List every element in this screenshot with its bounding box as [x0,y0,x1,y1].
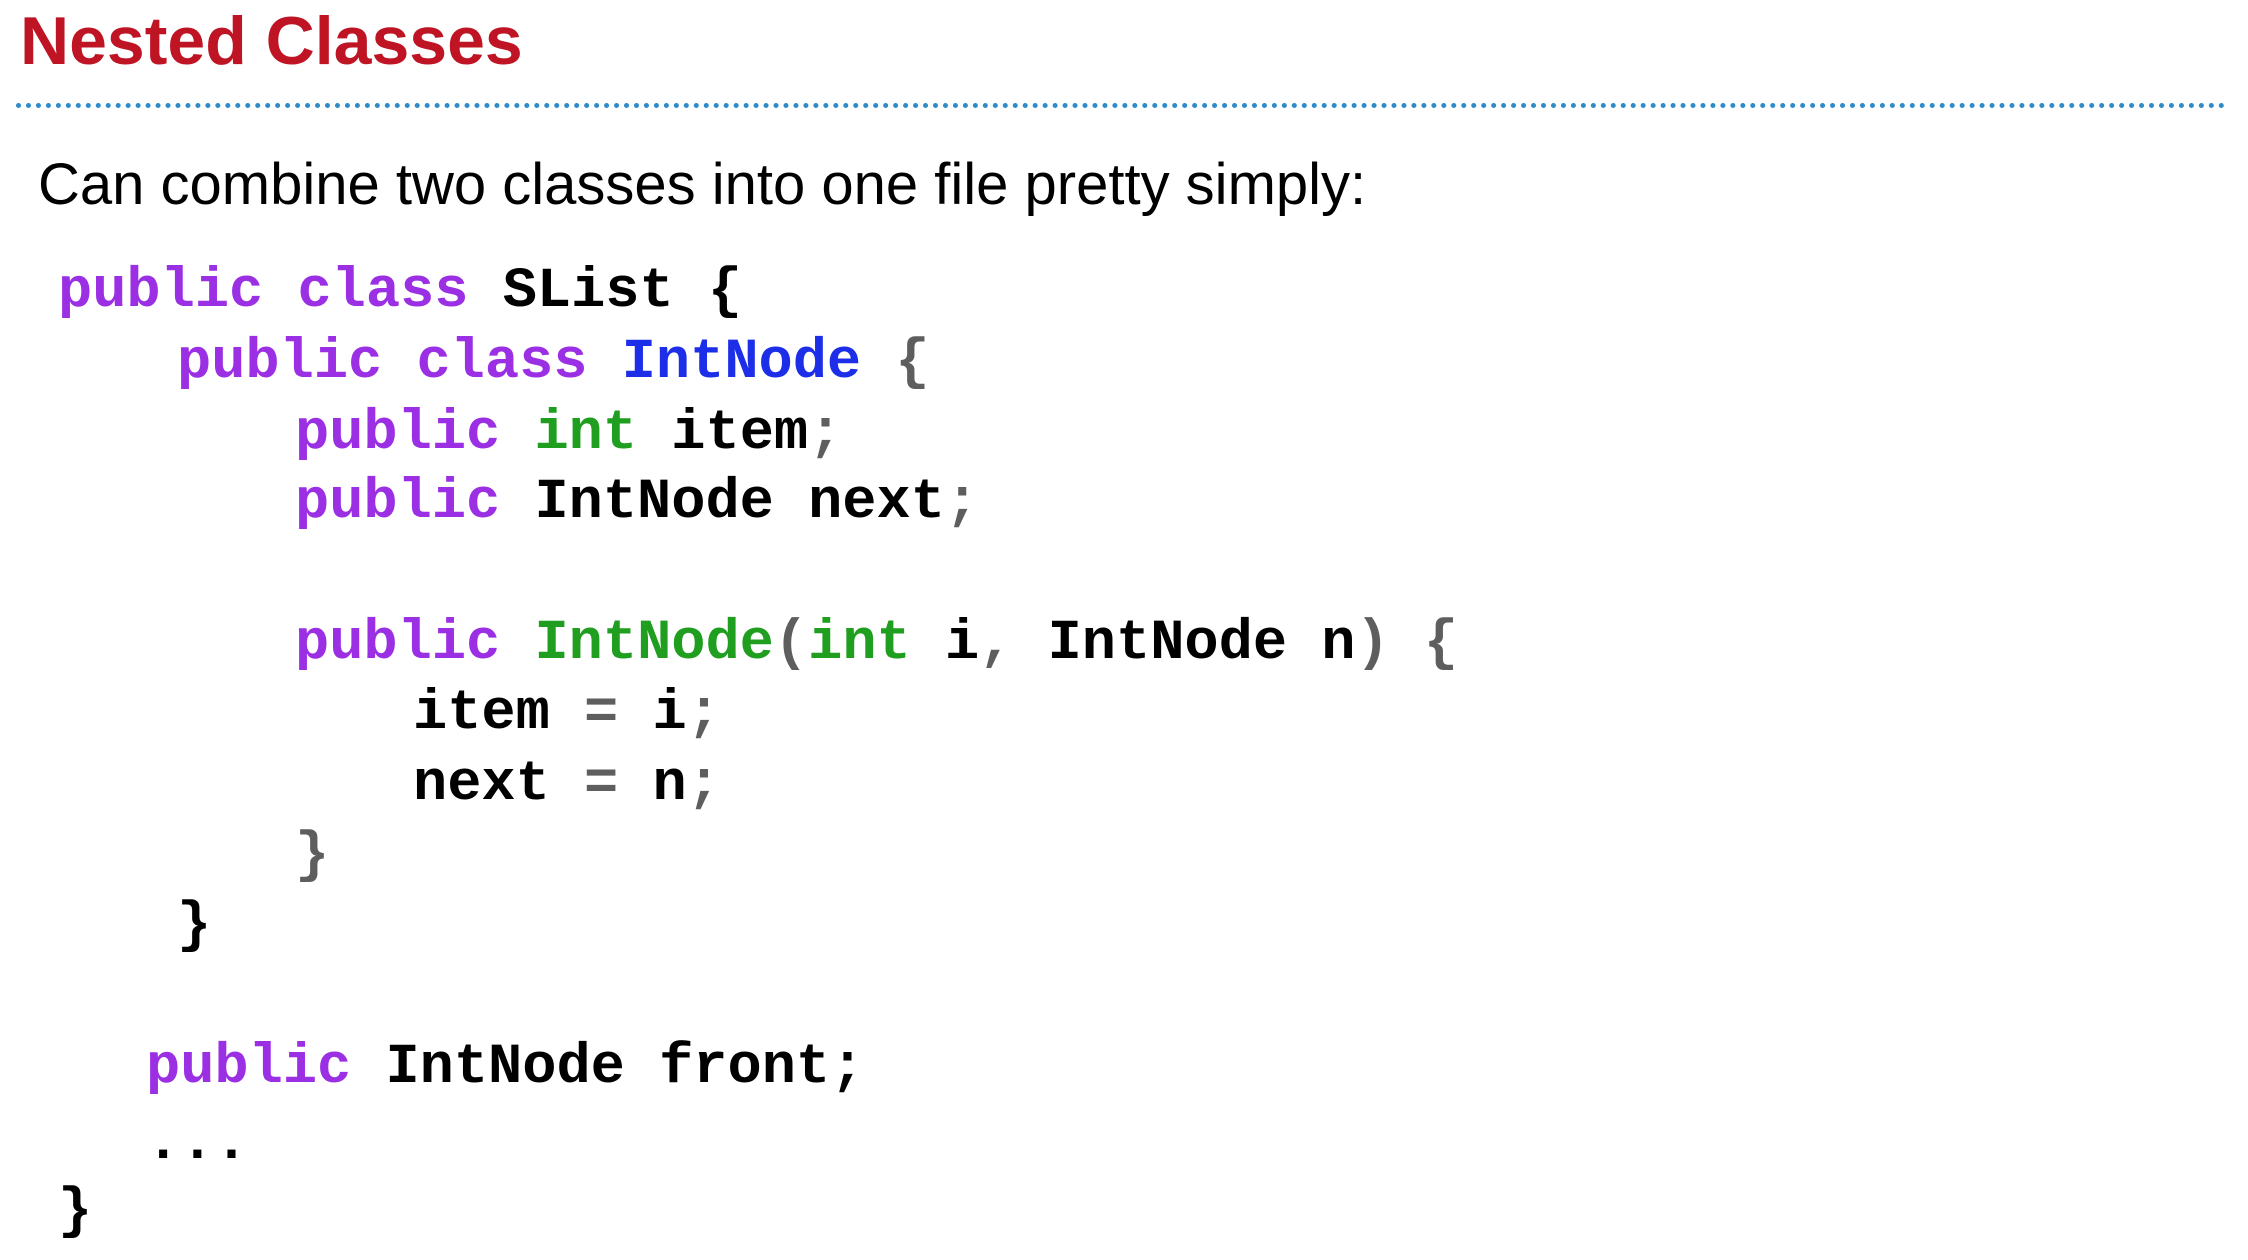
code-punctuation: ; [808,402,843,466]
code-identifier: SList { [468,260,743,324]
code-identifier: next [413,753,550,817]
code-punctuation: , [979,612,1014,676]
code-identifier: item [637,402,809,466]
code-punctuation: = [549,682,653,746]
slide: Nested Classes Can combine two classes i… [0,0,2248,1260]
code-keyword: public [295,612,501,676]
code-identifier: } [177,894,212,958]
code-identifier: ... [146,1112,249,1176]
code-punctuation: ; [686,682,721,746]
code-line: } [58,1176,92,1248]
code-keyword: public [58,260,264,324]
code-type: IntNode [534,612,774,676]
code-punctuation: { [1423,612,1459,676]
code-punctuation: { [895,331,930,395]
code-line: public class SList { [58,256,742,328]
code-identifier: i [910,612,980,676]
code-line: public IntNode next; [295,467,979,539]
code-punctuation: = [549,753,653,817]
code-identifier: IntNode n [1013,612,1356,676]
code-type: int [808,612,911,676]
code-punctuation: ; [686,753,721,817]
code-punctuation: } [295,824,330,888]
code-line: public IntNode(int i, IntNode n) { [295,608,1458,680]
code-keyword: public [177,331,383,395]
code-punctuation: ; [944,471,980,535]
code-line: item = i; [413,678,721,750]
code-keyword: public [295,402,501,466]
code-line: public int item; [295,398,842,470]
code-line: next = n; [413,749,721,821]
code-block: public class SList { public class IntNod… [0,0,2248,1260]
code-line: public class IntNode { [177,327,930,399]
code-punctuation: ) [1355,612,1390,676]
code-keyword: class [416,331,588,395]
code-keyword: public [295,471,501,535]
code-line: public IntNode front; [146,1032,864,1104]
code-line: ... [146,1108,249,1180]
code-identifier: IntNode next [500,471,945,535]
code-punctuation: ( [773,612,809,676]
code-identifier: } [58,1180,93,1244]
code-keyword: public [146,1036,352,1100]
code-class-name: IntNode [621,331,862,395]
code-identifier: IntNode front; [351,1036,865,1100]
code-identifier: item [413,682,550,746]
code-line: } [295,820,329,892]
code-type: int [534,402,638,466]
code-keyword: class [297,260,469,324]
code-line: } [177,890,211,962]
code-identifier: i [652,682,687,746]
code-identifier: n [652,753,687,817]
